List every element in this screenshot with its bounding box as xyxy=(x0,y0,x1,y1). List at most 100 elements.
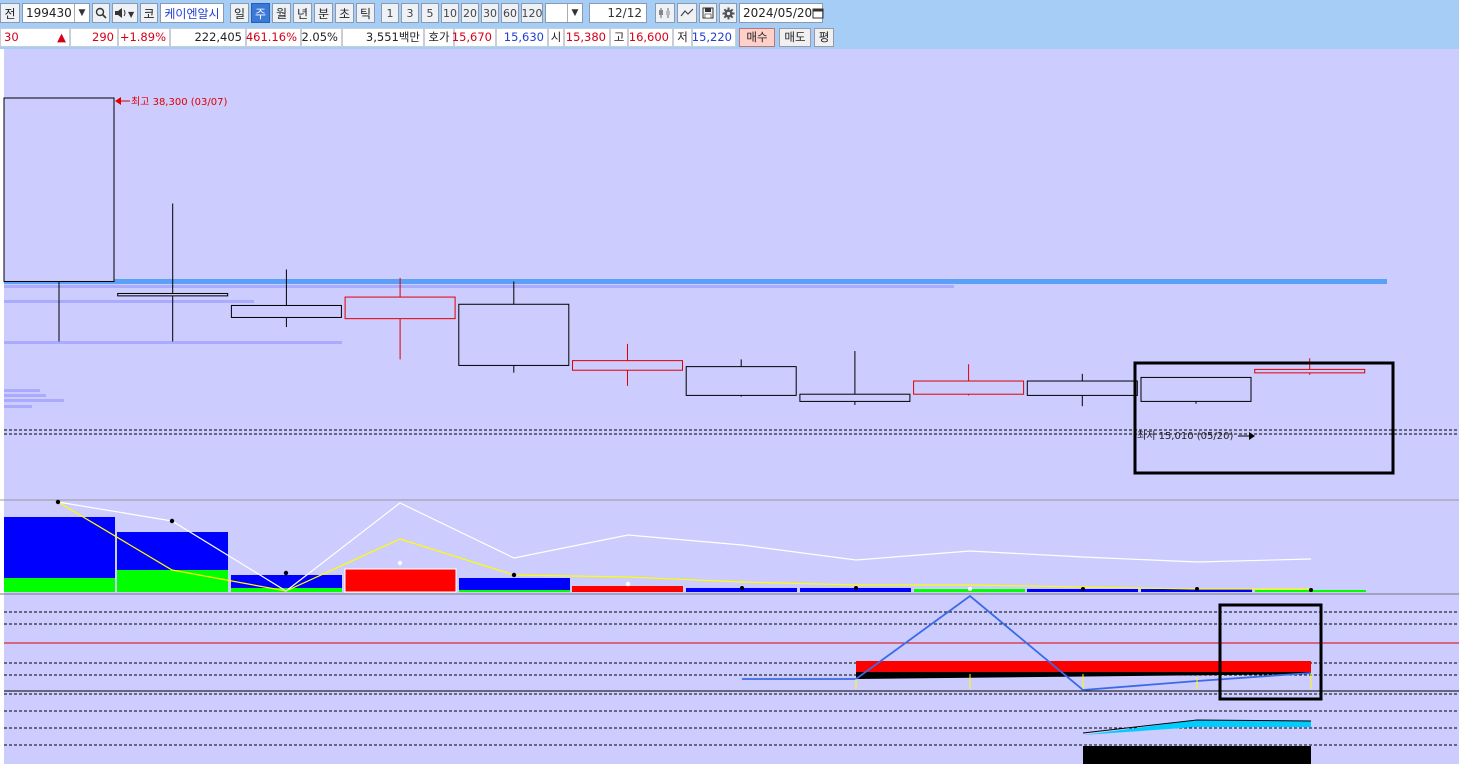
volume-bar-lower xyxy=(4,578,115,592)
indicator-panel xyxy=(4,594,1459,764)
top-toolbar-area: 전 199430 ▼ ▼ 코 케이엔알시 일 주 월 년 분 초 틱 1 3 5… xyxy=(0,0,1459,49)
volume-dot xyxy=(1195,587,1199,591)
volume-dot xyxy=(968,587,972,591)
open-price: 15,380 xyxy=(564,27,610,47)
volume-bar xyxy=(459,578,570,590)
change-percent: +1.89% xyxy=(118,27,170,47)
open-label: 시 xyxy=(548,27,564,47)
volume: 222,405 xyxy=(170,27,246,47)
save-icon[interactable] xyxy=(699,3,717,23)
tab-day[interactable]: 일 xyxy=(230,3,249,23)
volume-panel xyxy=(4,499,1366,593)
volume-profile-bar xyxy=(4,285,954,288)
stock-code-input[interactable]: 199430 ▼ xyxy=(22,3,90,23)
volume-bar xyxy=(344,568,457,593)
volume-bar-lower xyxy=(459,590,570,592)
volume-profile-bar xyxy=(4,394,46,397)
low-price: 15,220 xyxy=(692,27,736,47)
candle-body xyxy=(3,97,115,282)
tab-week[interactable]: 주 xyxy=(251,3,270,23)
candle-body xyxy=(344,296,456,320)
main-toolbar: 전 199430 ▼ ▼ 코 케이엔알시 일 주 월 년 분 초 틱 1 3 5… xyxy=(0,2,825,24)
volume-ratio: 461.16% xyxy=(246,27,301,47)
volume-dot xyxy=(1081,587,1085,591)
gear-icon[interactable] xyxy=(719,3,737,23)
stock-name: 케이엔알시 xyxy=(160,3,224,23)
date-input[interactable]: 2024/05/20 xyxy=(739,3,826,23)
buy-button[interactable]: 매수 xyxy=(739,27,775,47)
candle-body xyxy=(913,380,1025,395)
trade-amount: 3,551백만 xyxy=(342,27,424,47)
tab-year[interactable]: 년 xyxy=(293,3,312,23)
low-marker-label: 최저 15,010 (05/20) xyxy=(1137,430,1233,442)
candle-body xyxy=(1254,368,1366,374)
volume-profile-bar xyxy=(4,389,40,392)
interval-5[interactable]: 5 xyxy=(421,3,439,23)
interval-dropdown[interactable]: ▼ xyxy=(545,3,583,23)
chart-canvas[interactable]: 최고 38,300 (03/07) 최저 15,010 (05/20) xyxy=(0,49,1459,764)
black-band xyxy=(1083,746,1311,764)
interval-60[interactable]: 60 xyxy=(501,3,519,23)
chevron-down-icon[interactable]: ▼ xyxy=(567,4,582,22)
candle-type-icon[interactable] xyxy=(655,3,675,23)
background-layer xyxy=(4,279,1459,435)
volume-bar xyxy=(572,586,683,592)
candle-body xyxy=(572,360,683,371)
tab-month[interactable]: 월 xyxy=(272,3,291,23)
speaker-icon[interactable]: ▼ xyxy=(112,3,138,23)
low-label: 저 xyxy=(673,27,692,47)
volume-dot xyxy=(55,499,61,505)
high-marker-label: 최고 38,300 (03/07) xyxy=(131,96,227,108)
support-band xyxy=(4,279,1387,284)
volume-profile-bar xyxy=(4,405,32,408)
up-arrow-icon: ▲ xyxy=(57,30,66,44)
high-marker: 최고 38,300 (03/07) xyxy=(115,96,227,108)
left-arrow-icon xyxy=(115,97,121,105)
page-counter: 12/12 xyxy=(589,3,647,23)
candlestick-series xyxy=(3,97,1366,407)
trendline-icon[interactable] xyxy=(677,3,697,23)
volume-dot xyxy=(283,570,289,576)
interval-1[interactable]: 1 xyxy=(381,3,399,23)
volume-dot xyxy=(854,586,858,590)
volume-dot xyxy=(625,581,631,587)
mode-button[interactable]: 전 xyxy=(0,3,20,23)
eval-button[interactable]: 평 xyxy=(814,27,834,47)
volume-dot xyxy=(511,572,517,578)
candle-body xyxy=(117,292,229,297)
volume-profile-bar xyxy=(4,399,64,402)
chart-area[interactable]: 최고 38,300 (03/07) 최저 15,010 (05/20) xyxy=(0,49,1459,764)
interval-20[interactable]: 20 xyxy=(461,3,479,23)
ask-price: 15,670 xyxy=(452,27,496,47)
interval-10[interactable]: 10 xyxy=(441,3,459,23)
candle-body xyxy=(230,304,342,318)
current-price: 30 ▲ xyxy=(0,27,70,47)
volume-bar xyxy=(117,532,228,570)
indicator-band xyxy=(856,661,1311,672)
turnover-percent: 2.05% xyxy=(301,27,342,47)
volume-profile-bar xyxy=(4,341,342,344)
price-change: 290 xyxy=(70,27,118,47)
volume-bar-lower xyxy=(117,570,228,592)
interval-3[interactable]: 3 xyxy=(401,3,419,23)
chevron-down-icon[interactable]: ▼ xyxy=(74,4,89,22)
svg-text:▼: ▼ xyxy=(128,10,135,19)
tab-second[interactable]: 초 xyxy=(335,3,354,23)
stock-code-value: 199430 xyxy=(26,6,72,20)
interval-120[interactable]: 120 xyxy=(521,3,543,23)
volume-dot xyxy=(169,518,175,524)
market-badge: 코 xyxy=(140,3,158,23)
search-icon[interactable] xyxy=(92,3,110,23)
tab-minute[interactable]: 분 xyxy=(314,3,333,23)
candle-body xyxy=(458,303,570,366)
tab-tick[interactable]: 틱 xyxy=(356,3,375,23)
volume-dot xyxy=(397,560,403,566)
bid-label: 호가 xyxy=(424,27,454,47)
left-margin xyxy=(0,49,4,764)
calendar-icon[interactable] xyxy=(812,7,826,19)
candle-body xyxy=(685,366,797,396)
price-fragment: 30 xyxy=(4,30,19,44)
highlight-box xyxy=(1218,603,1323,701)
interval-30[interactable]: 30 xyxy=(481,3,499,23)
sell-button[interactable]: 매도 xyxy=(779,27,811,47)
